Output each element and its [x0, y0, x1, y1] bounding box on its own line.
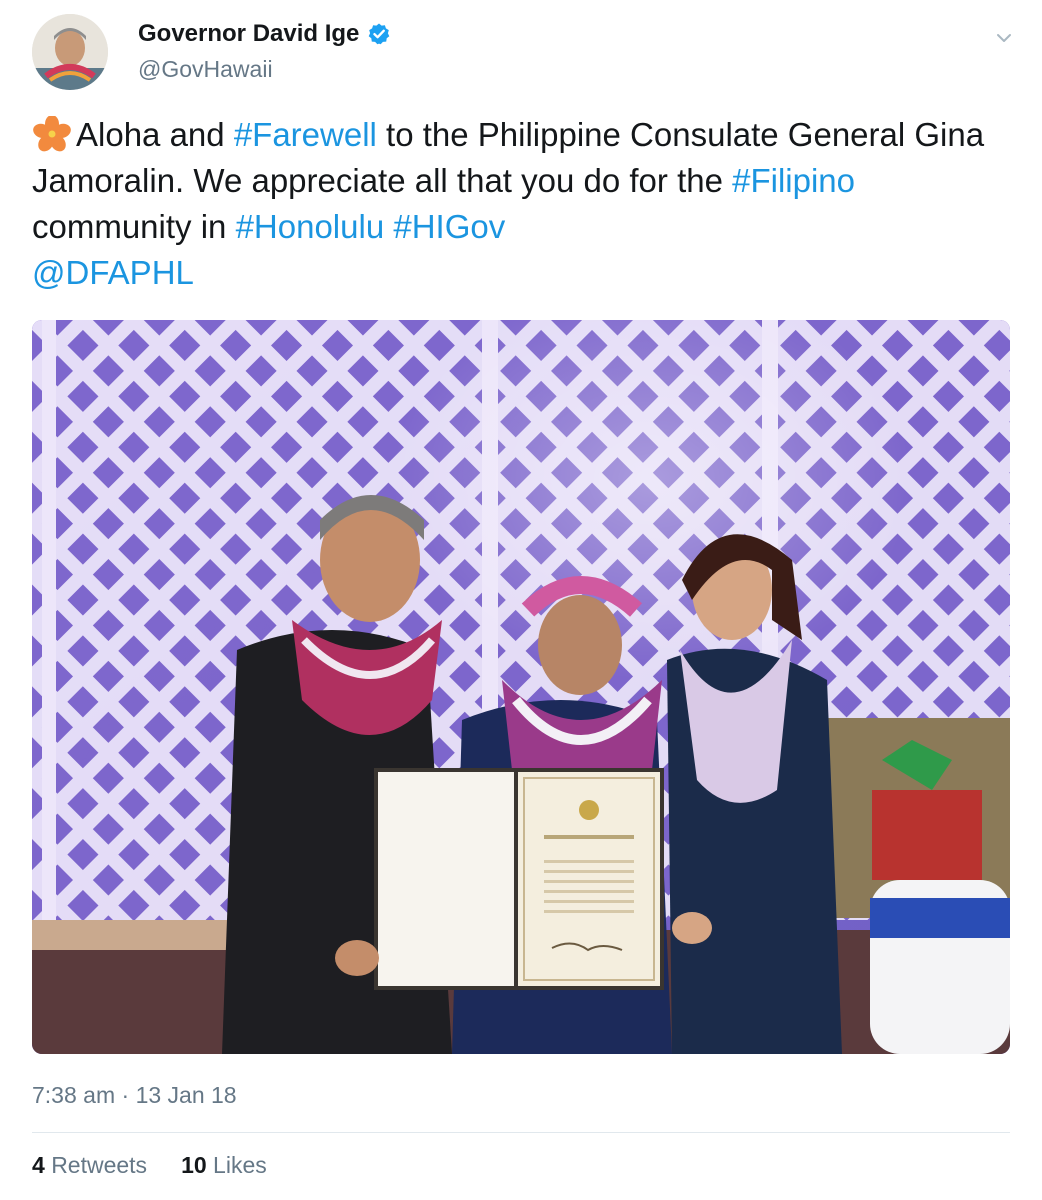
tweet-text-segment — [384, 208, 393, 245]
avatar-photo — [32, 14, 108, 90]
hashtag-filipino[interactable]: #Filipino — [732, 162, 855, 199]
event-photo — [32, 320, 1010, 1054]
hashtag-honolulu[interactable]: #Honolulu — [236, 208, 385, 245]
tweet-photo[interactable] — [32, 320, 1010, 1054]
author-avatar[interactable] — [32, 14, 108, 90]
hashtag-higov[interactable]: #HIGov — [393, 208, 505, 245]
timestamp-time: 7:38 am — [32, 1082, 116, 1108]
likes-stat[interactable]: 10 Likes — [181, 1152, 267, 1179]
tweet-timestamp[interactable]: 7:38 am · 13 Jan 18 — [32, 1082, 237, 1109]
likes-label: Likes — [213, 1152, 267, 1178]
author-name-row[interactable]: Governor David Ige — [138, 20, 391, 48]
hashtag-farewell[interactable]: #Farewell — [234, 116, 377, 153]
verified-badge-icon — [369, 23, 390, 45]
tweet-text-segment: community in — [32, 208, 236, 245]
timestamp-date: 13 Jan 18 — [135, 1082, 237, 1108]
tweet-stats: 4 Retweets 10 Likes — [32, 1152, 267, 1179]
author-handle[interactable]: @GovHawaii — [138, 56, 273, 83]
timestamp-separator: · — [121, 1082, 130, 1108]
retweets-count: 4 — [32, 1152, 45, 1178]
chevron-down-icon[interactable] — [994, 28, 1014, 48]
author-display-name[interactable]: Governor David Ige — [138, 20, 359, 48]
tweet-text: Aloha and #Farewell to the Philippine Co… — [32, 112, 1012, 296]
hibiscus-emoji — [33, 116, 71, 152]
retweets-label: Retweets — [51, 1152, 148, 1178]
retweets-stat[interactable]: 4 Retweets — [32, 1152, 147, 1179]
likes-count: 10 — [181, 1152, 207, 1178]
tweet-text-segment: Aloha and — [76, 116, 234, 153]
divider — [32, 1132, 1010, 1133]
mention-dfaphl[interactable]: @DFAPHL — [32, 254, 194, 291]
